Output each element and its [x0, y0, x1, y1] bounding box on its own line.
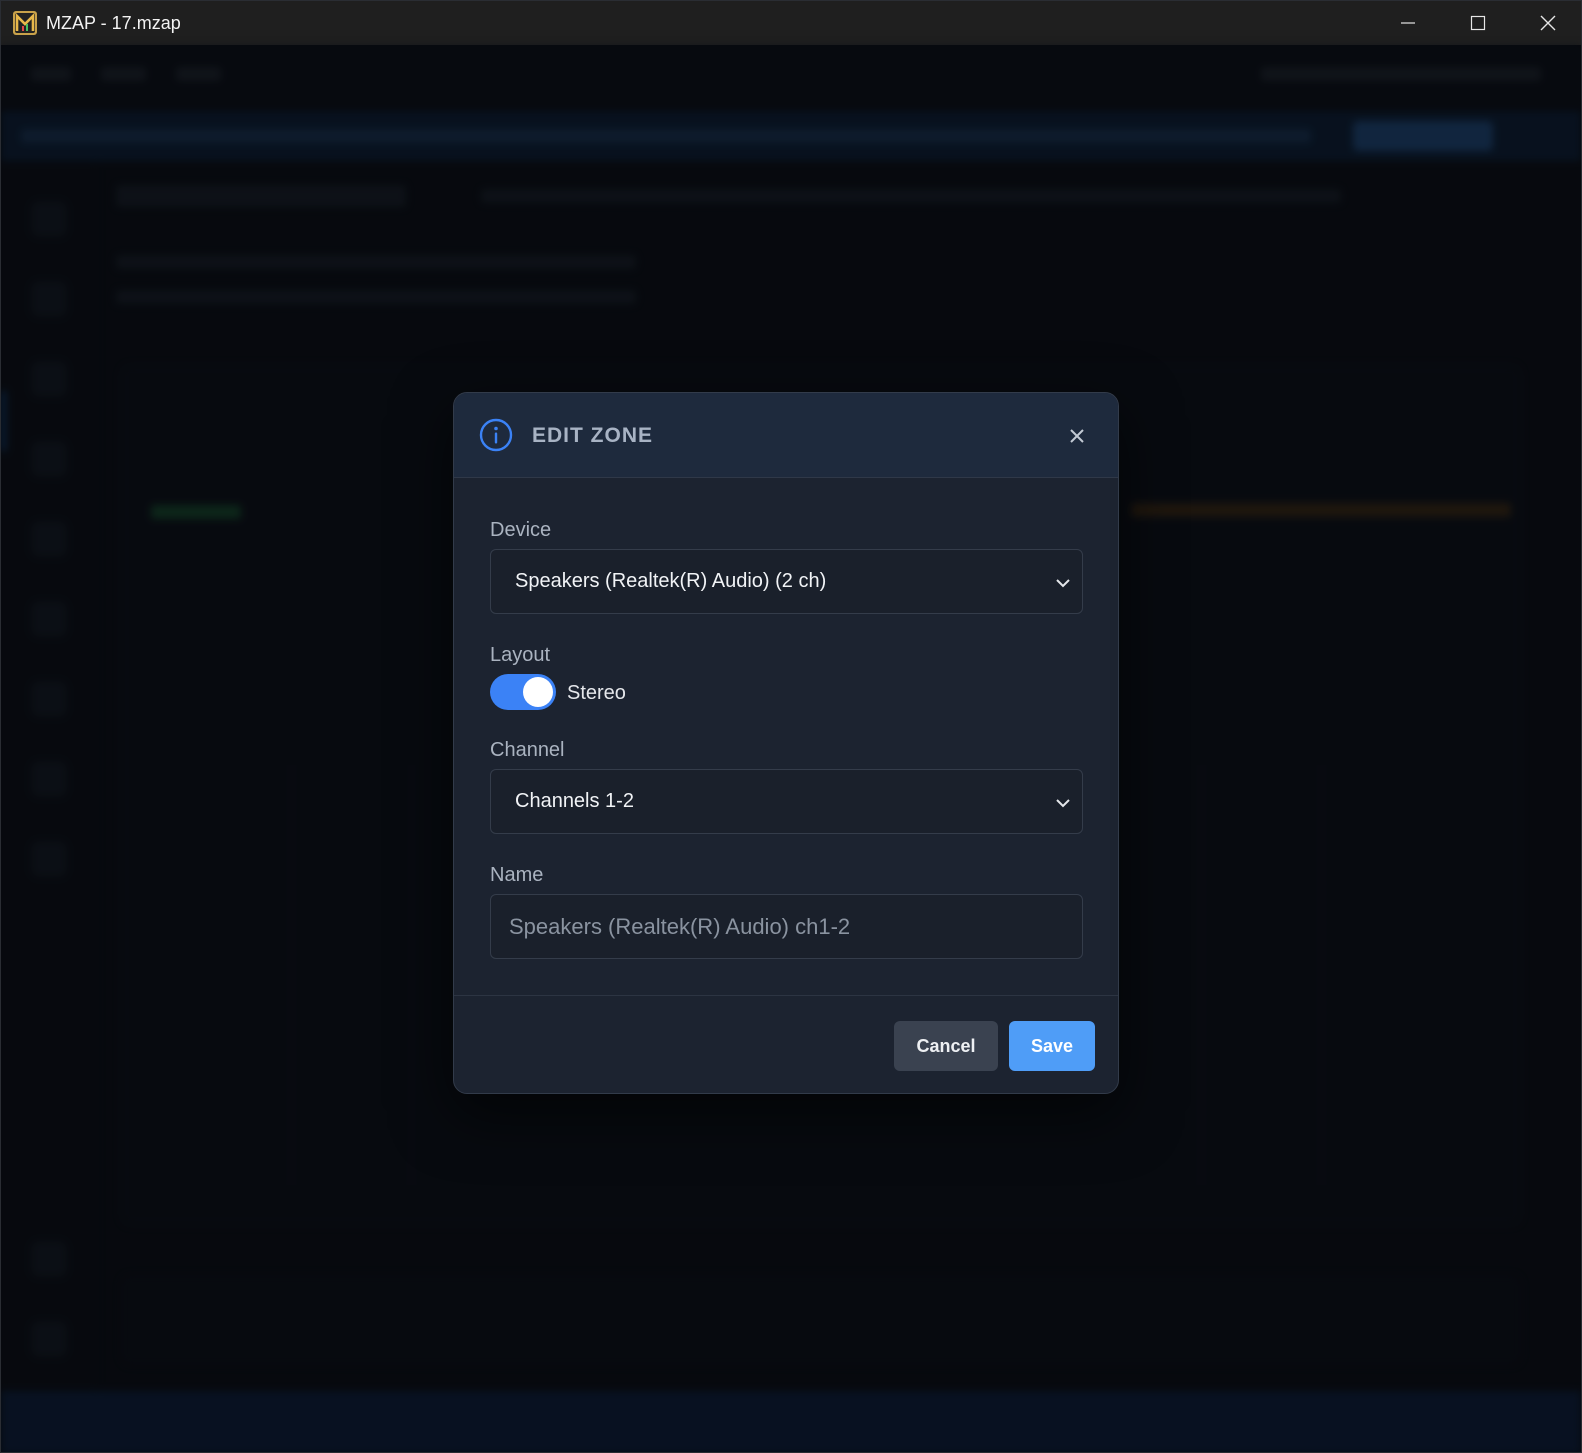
- name-label: Name: [490, 864, 544, 886]
- layout-label: Layout: [490, 644, 551, 666]
- toggle-knob: [523, 677, 553, 707]
- window-title: MZAP - 17.mzap: [46, 13, 181, 33]
- device-label: Device: [490, 519, 552, 541]
- window-close-button[interactable]: [1513, 1, 1581, 45]
- chevron-down-icon: [1056, 579, 1070, 588]
- dialog-header: EDIT ZONE: [454, 393, 1118, 478]
- title-bar: MZAP - 17.mzap: [1, 1, 1581, 45]
- app-logo-icon: [13, 11, 37, 35]
- dialog-close-button[interactable]: [1062, 421, 1092, 451]
- close-icon: [1540, 15, 1556, 31]
- layout-toggle-label: Stereo: [567, 682, 626, 704]
- chevron-down-icon: [1056, 799, 1070, 808]
- edit-zone-dialog: EDIT ZONE Device Speakers (Realtek(R) Au…: [453, 392, 1119, 1094]
- cancel-button[interactable]: Cancel: [894, 1021, 998, 1071]
- device-select[interactable]: Speakers (Realtek(R) Audio) (2 ch): [490, 549, 1083, 614]
- name-input[interactable]: [490, 894, 1083, 959]
- info-icon: [479, 418, 513, 452]
- save-button[interactable]: Save: [1009, 1021, 1095, 1071]
- layout-toggle[interactable]: [490, 674, 556, 710]
- maximize-button[interactable]: [1443, 1, 1513, 45]
- channel-select[interactable]: Channels 1-2: [490, 769, 1083, 834]
- minimize-button[interactable]: [1373, 1, 1443, 45]
- minimize-icon: [1401, 22, 1415, 24]
- maximize-icon: [1470, 15, 1486, 31]
- app-window: MZAP - 17.mzap EDIT ZONE Device Speakers…: [0, 0, 1582, 1453]
- channel-label: Channel: [490, 739, 565, 761]
- dialog-title: EDIT ZONE: [532, 424, 654, 447]
- close-icon: [1070, 429, 1084, 443]
- dialog-footer: Cancel Save: [454, 995, 1118, 1093]
- channel-select-value: Channels 1-2: [515, 790, 634, 812]
- device-select-value: Speakers (Realtek(R) Audio) (2 ch): [515, 570, 827, 592]
